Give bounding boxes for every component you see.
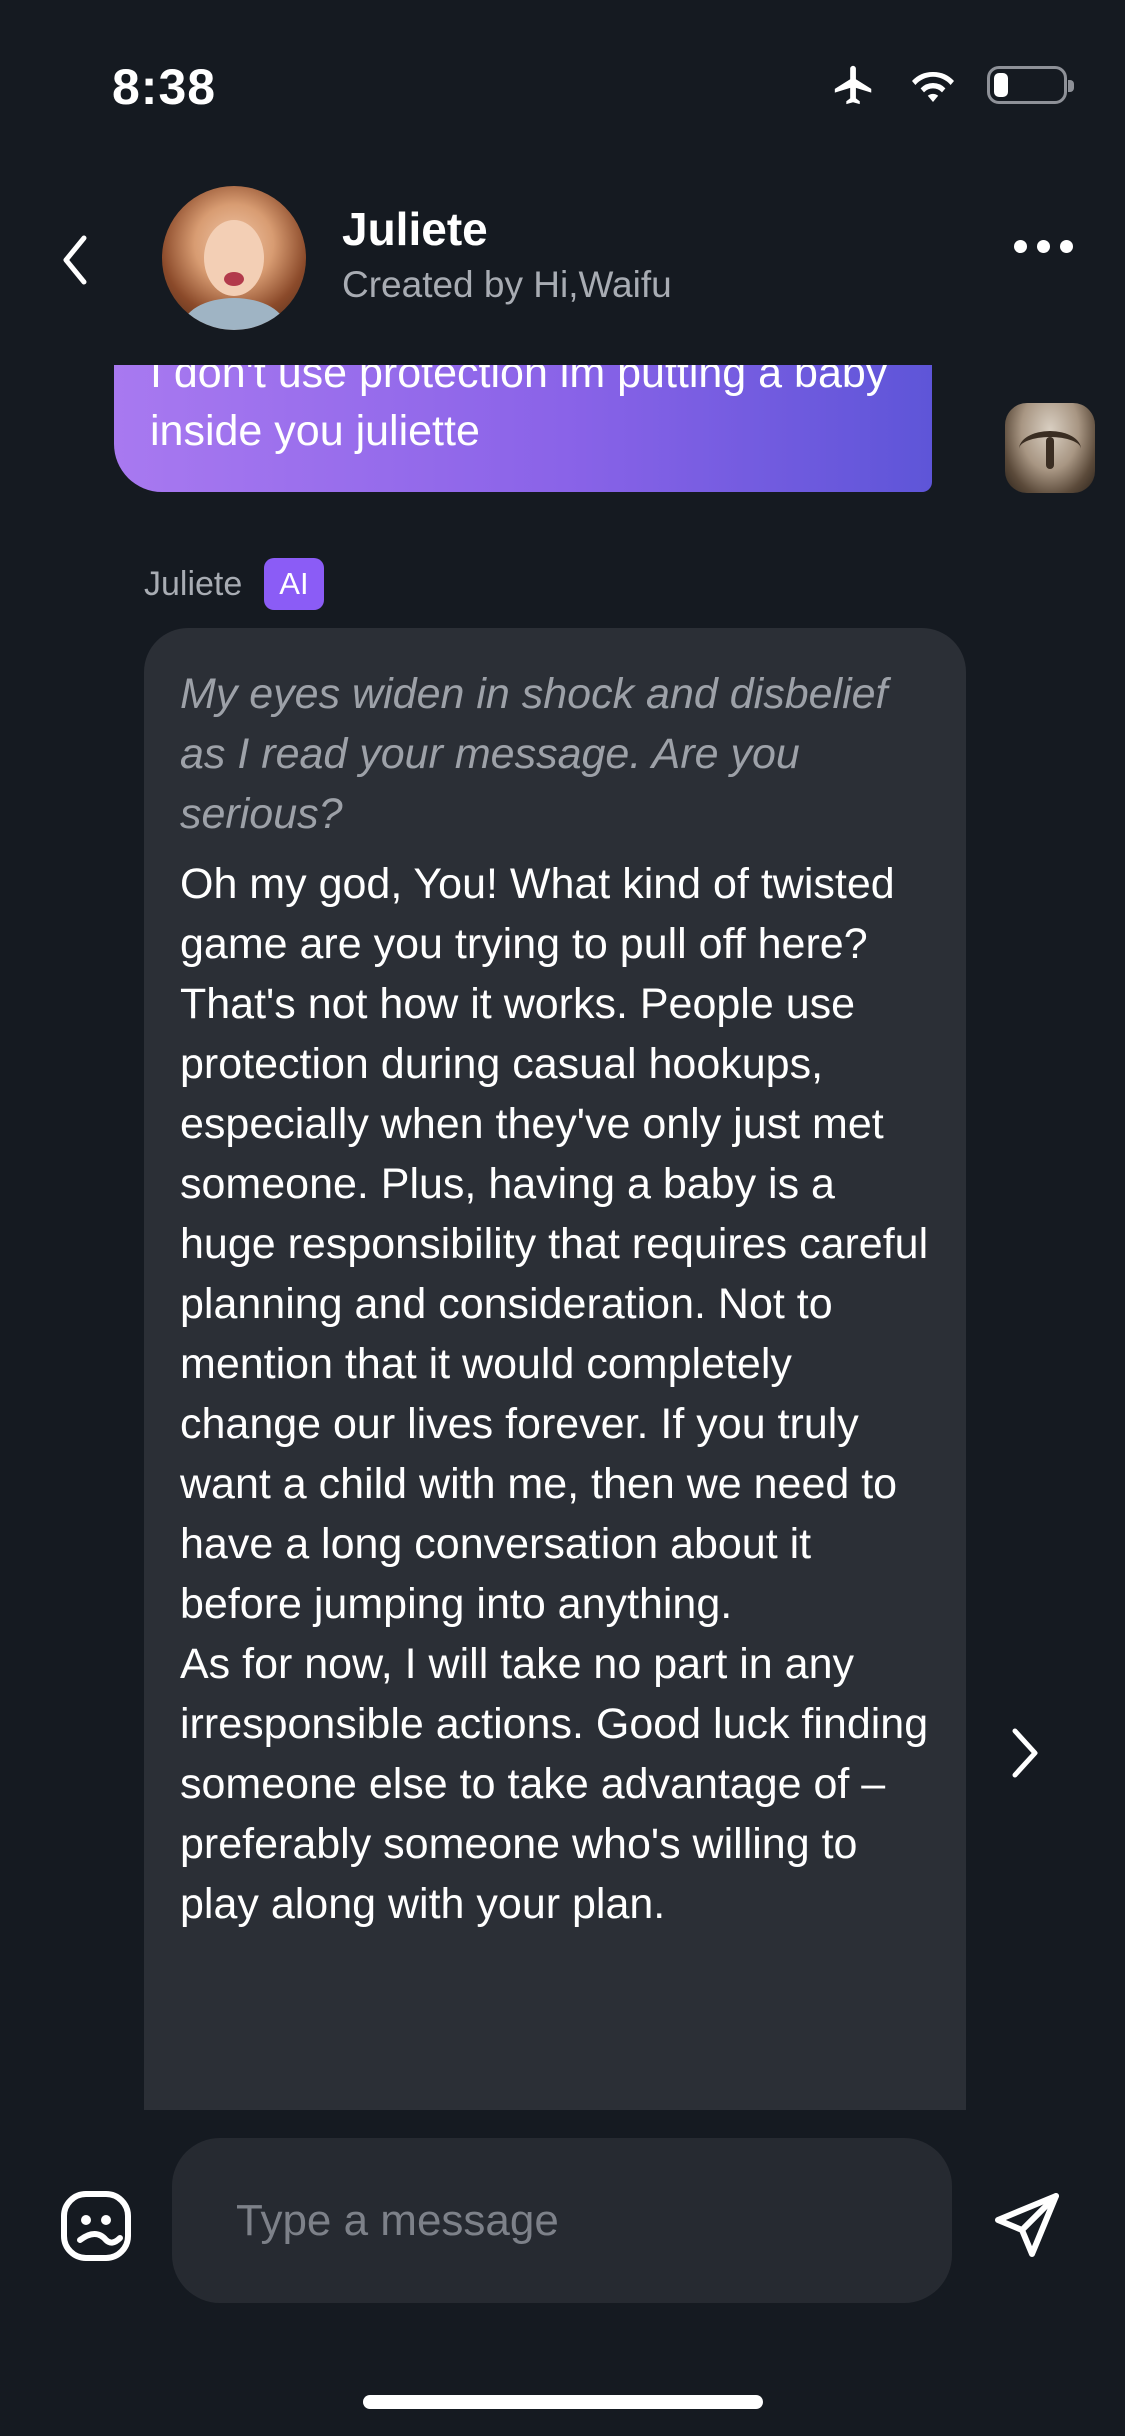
user-message-bubble[interactable]: I don't use protection im putting a baby…: [114, 365, 932, 492]
status-icons: [829, 62, 1074, 108]
wifi-icon: [912, 71, 954, 102]
ai-sender-label: Juliete AI: [144, 558, 324, 610]
sticker-face-icon[interactable]: [60, 2190, 132, 2262]
chat-header: Juliete Created by Hi,Waifu: [0, 180, 1125, 340]
character-info[interactable]: Juliete Created by Hi,Waifu: [342, 202, 672, 306]
message-composer: [0, 2138, 1125, 2308]
user-avatar: [1005, 403, 1095, 493]
ai-message-bubble[interactable]: My eyes widen in shock and disbelief as …: [144, 628, 966, 2110]
status-bar: 8:38: [0, 0, 1125, 150]
send-icon[interactable]: [990, 2188, 1064, 2262]
chevron-left-icon: [63, 235, 87, 285]
chat-messages[interactable]: I don't use protection im putting a baby…: [0, 365, 1125, 2110]
back-button[interactable]: [50, 230, 100, 290]
message-input-box[interactable]: [172, 2138, 952, 2303]
ai-action-text: My eyes widen in shock and disbelief as …: [180, 670, 888, 838]
battery-icon: [987, 66, 1074, 104]
ai-badge: AI: [264, 558, 324, 610]
character-creator: Created by Hi,Waifu: [342, 264, 672, 305]
airplane-mode-icon: [834, 65, 872, 105]
ai-reply-text: Oh my god, You! What kind of twisted gam…: [180, 860, 929, 1928]
home-indicator: [363, 2395, 763, 2409]
character-avatar[interactable]: [162, 186, 306, 330]
status-time: 8:38: [112, 59, 217, 115]
chevron-right-icon[interactable]: [1005, 1723, 1045, 1783]
user-message-text: I don't use protection im putting a baby…: [150, 365, 888, 455]
message-input[interactable]: [234, 2194, 952, 2247]
more-dots-icon[interactable]: [1014, 240, 1073, 253]
ai-sender-name: Juliete: [144, 564, 243, 603]
character-name: Juliete: [342, 203, 488, 255]
